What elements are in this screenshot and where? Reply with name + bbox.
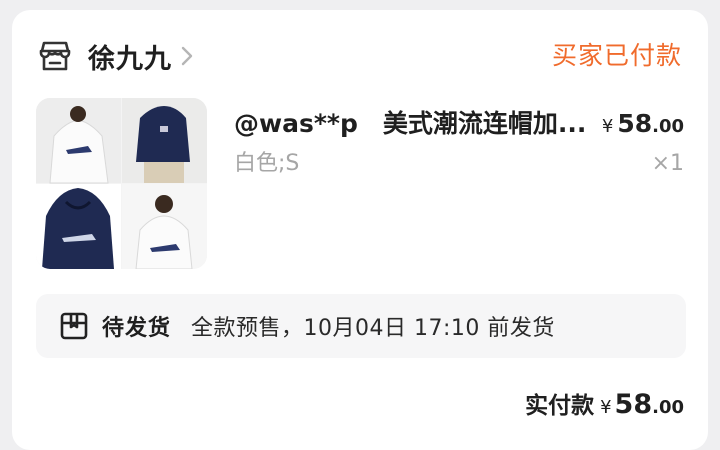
shop-name[interactable]: 徐九九 — [88, 37, 172, 76]
payment-integer: 58 — [614, 389, 653, 420]
product-price: ¥58.00 — [602, 104, 684, 144]
package-box-icon — [58, 310, 90, 342]
store-icon — [38, 39, 72, 73]
payment-total: 实付款 ¥58.00 — [525, 384, 684, 426]
payment-label: 实付款 — [525, 393, 595, 419]
product-quantity: ×1 — [651, 151, 684, 176]
shop-header[interactable]: 徐九九 — [38, 36, 198, 76]
order-card[interactable]: 徐九九 买家已付款 @was**p 美式潮流连帽加... ¥ 58.00 白色;… — [12, 10, 708, 450]
payment-decimal: .00 — [652, 397, 684, 418]
order-status: 买家已付款 — [551, 41, 682, 70]
shipping-info-bar[interactable]: 待发货 全款预售，10月04日 17:10 前发货 — [36, 294, 686, 358]
chevron-right-icon[interactable] — [180, 43, 198, 69]
price-currency: ¥ — [601, 116, 614, 137]
price-integer: 58 — [617, 109, 653, 138]
payment-currency: ¥ — [600, 397, 612, 418]
product-sku: 白色;S — [234, 151, 300, 176]
shipping-status: 待发货 — [102, 316, 172, 341]
price-decimal: .00 — [652, 116, 684, 137]
product-title[interactable]: @was**p 美式潮流连帽加... — [234, 104, 596, 144]
product-image[interactable] — [36, 98, 207, 269]
shipping-note: 全款预售，10月04日 17:10 前发货 — [191, 316, 555, 341]
